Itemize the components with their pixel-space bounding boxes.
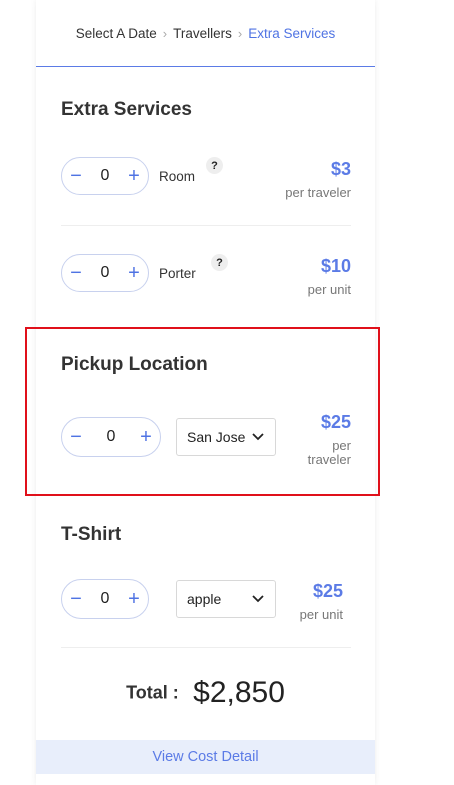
plus-button[interactable]: + [120, 157, 148, 195]
chevron-right-icon: › [237, 25, 243, 41]
service-label: Porter [159, 266, 196, 281]
breadcrumb-travellers[interactable]: Travellers [173, 26, 232, 41]
help-icon[interactable]: ? [211, 254, 228, 271]
help-icon[interactable]: ? [206, 157, 223, 174]
quantity-value[interactable]: 0 [90, 264, 120, 282]
view-cost-detail-button[interactable]: View Cost Detail [36, 740, 375, 774]
price-unit: per traveler [285, 185, 351, 200]
selected-option: apple [187, 591, 222, 607]
service-row-room: − 0 + Room ? $3 per traveler [61, 157, 351, 201]
room-quantity-stepper: − 0 + [61, 157, 149, 195]
quantity-value[interactable]: 0 [90, 167, 120, 185]
plus-button[interactable]: + [120, 254, 148, 292]
porter-quantity-stepper: − 0 + [61, 254, 149, 292]
divider [61, 647, 351, 648]
chevron-right-icon: › [162, 25, 168, 41]
pickup-location-highlight [25, 327, 380, 496]
chevron-down-icon [251, 590, 265, 611]
tshirt-quantity-stepper: − 0 + [61, 579, 149, 619]
breadcrumb-extra-services: Extra Services [248, 25, 336, 41]
price-unit: per unit [307, 282, 351, 297]
total-amount: $2,850 [193, 676, 285, 709]
quantity-value[interactable]: 0 [90, 590, 120, 608]
tshirt-row: − 0 + apple $25 per unit [61, 579, 351, 623]
extra-services-title: Extra Services [61, 99, 192, 120]
service-label: Room [159, 169, 196, 184]
tshirt-select[interactable]: apple [176, 580, 276, 618]
tshirt-price: $25 [312, 581, 343, 601]
service-row-porter: − 0 + Porter ? $10 per unit [61, 254, 351, 298]
plus-button[interactable]: + [120, 580, 148, 618]
service-price: $10 [320, 256, 351, 276]
breadcrumb: Select A Date › Travellers › Extra Servi… [36, 0, 375, 67]
divider [61, 225, 351, 226]
minus-button[interactable]: − [62, 580, 90, 618]
minus-button[interactable]: − [62, 157, 90, 195]
total-label: Total : [126, 682, 179, 703]
total-row: Total : $2,850 [36, 676, 375, 710]
minus-button[interactable]: − [62, 254, 90, 292]
breadcrumb-select-date[interactable]: Select A Date [76, 26, 157, 41]
service-price: $3 [330, 159, 351, 179]
price-unit: per unit [299, 607, 343, 622]
tshirt-title: T-Shirt [61, 524, 122, 545]
